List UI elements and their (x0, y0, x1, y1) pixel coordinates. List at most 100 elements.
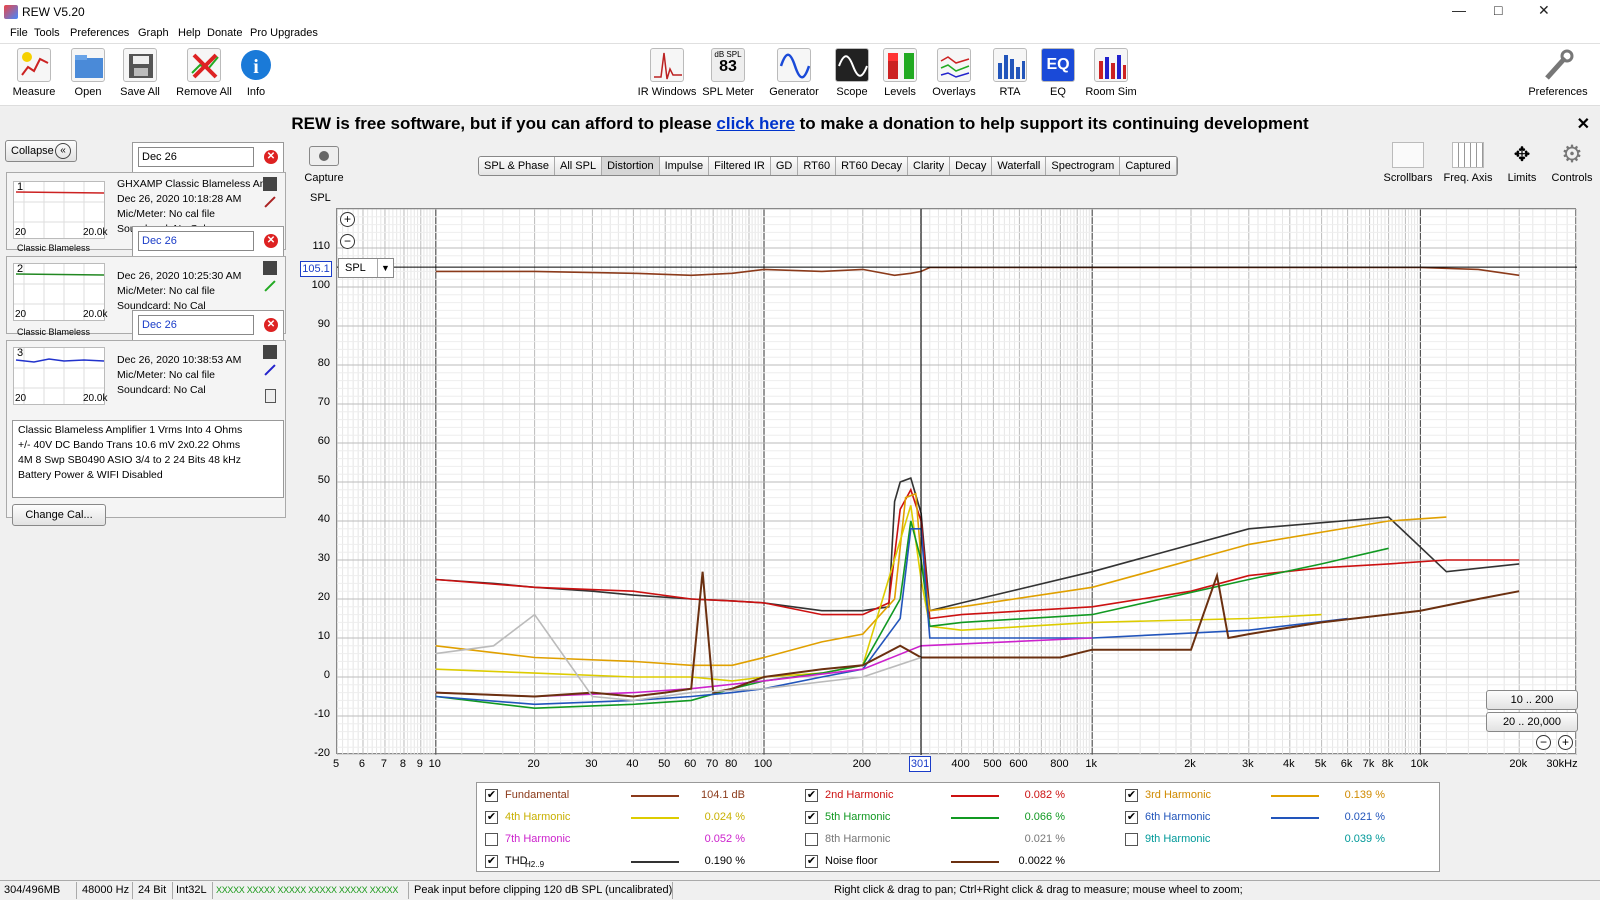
edit-pen-icon-3[interactable] (264, 364, 276, 376)
tab-gd[interactable]: GD (770, 157, 799, 175)
measurement-notes[interactable]: Classic Blameless Amplifier 1 Vrms Into … (12, 420, 284, 498)
maximize-icon[interactable]: □ (1494, 2, 1502, 18)
legend-swatch (1271, 795, 1319, 797)
eq-trace-icon-3[interactable] (263, 345, 277, 359)
measurement-date-1: Dec 26, 2020 10:18:28 AM (117, 193, 242, 205)
save-all-button[interactable]: Save All (108, 48, 172, 98)
app-icon (4, 5, 18, 19)
zoom-in-vertical-icon[interactable]: + (340, 212, 355, 227)
preferences-button[interactable]: Preferences (1526, 48, 1590, 98)
spl-meter-button[interactable]: dB SPL 83 SPL Meter (696, 48, 760, 98)
input-level-meter: XXXXX XXXXX XXXXX XXXXX XXXXX XXXXX (216, 885, 399, 895)
overlays-label: Overlays (932, 86, 976, 98)
banner-close-icon[interactable]: ✕ (1577, 114, 1590, 134)
legend-label: 8th Harmonic (825, 833, 891, 845)
distortion-graph[interactable] (336, 208, 1577, 755)
y-tick-label: 10 (317, 630, 330, 642)
menu-preferences[interactable]: Preferences (70, 27, 129, 39)
room-sim-button[interactable]: Room Sim (1076, 48, 1146, 98)
minimize-icon[interactable]: — (1452, 2, 1466, 18)
preferences-label: Preferences (1528, 86, 1588, 98)
tab-distortion[interactable]: Distortion (602, 157, 660, 175)
measurement-date-3: Dec 26, 2020 10:38:53 AM (117, 354, 242, 366)
ir-windows-icon (650, 48, 684, 82)
tab-filtered-ir[interactable]: Filtered IR (709, 157, 771, 175)
menu-donate[interactable]: Donate (207, 27, 242, 39)
tab-all-spl[interactable]: All SPL (555, 157, 603, 175)
chevron-down-icon: ▼ (377, 259, 393, 277)
zoom-preset-20-20000-button[interactable]: 20 .. 20,000 (1486, 712, 1578, 732)
x-tick-label: 3k (1241, 758, 1254, 770)
legend-checkbox[interactable]: ✔ (485, 811, 498, 824)
tab-impulse[interactable]: Impulse (659, 157, 710, 175)
legend-checkbox[interactable]: ✔ (1125, 811, 1138, 824)
series-3rd-harmonic (435, 492, 1447, 667)
menu-graph[interactable]: Graph (138, 27, 169, 39)
legend-checkbox[interactable]: ✔ (485, 855, 498, 868)
filter-input-3[interactable]: Dec 26 (138, 315, 254, 335)
info-button[interactable]: i Info (224, 48, 288, 98)
limits-icon: ✥ (1513, 144, 1531, 166)
trace-select-dropdown[interactable]: SPL ▼ (338, 258, 394, 278)
edit-pen-icon-1[interactable] (264, 196, 276, 208)
freq-axis-button[interactable]: Freq. Axis (1438, 142, 1498, 184)
donate-link[interactable]: click here (716, 114, 794, 133)
legend-checkbox[interactable] (1125, 833, 1138, 846)
legend-label: Fundamental (505, 789, 570, 801)
overlays-button[interactable]: Overlays (922, 48, 986, 98)
y-tick-label: 110 (312, 240, 330, 252)
delete-measurement-icon-1[interactable]: ✕ (264, 150, 278, 164)
menu-tools[interactable]: Tools (34, 27, 60, 39)
legend-checkbox[interactable]: ✔ (805, 811, 818, 824)
filter-input-2[interactable]: Dec 26 (138, 231, 254, 251)
legend-checkbox[interactable]: ✔ (805, 789, 818, 802)
capture-button[interactable]: Capture (300, 146, 348, 184)
delete-measurement-icon-2[interactable]: ✕ (264, 234, 278, 248)
legend-value: 0.021 % (1344, 811, 1385, 823)
wrench-icon (1541, 48, 1575, 82)
delete-measurement-icon-3[interactable]: ✕ (264, 318, 278, 332)
tab-clarity[interactable]: Clarity (908, 157, 951, 175)
tab-captured[interactable]: Captured (1120, 157, 1177, 175)
tab-rt60[interactable]: RT60 (798, 157, 837, 175)
zoom-out-vertical-icon[interactable]: − (340, 234, 355, 249)
bit-depth: 24 Bit (138, 884, 167, 896)
menu-file[interactable]: File (10, 27, 28, 39)
tab-decay[interactable]: Decay (950, 157, 993, 175)
menu-pro-upgrades[interactable]: Pro Upgrades (250, 27, 318, 39)
tab-waterfall[interactable]: Waterfall (992, 157, 1047, 175)
legend-checkbox[interactable]: ✔ (485, 789, 498, 802)
zoom-in-horizontal-icon[interactable]: + (1558, 735, 1573, 750)
status-bar: 304/496MB 48000 Hz 24 Bit Int32L XXXXX X… (0, 880, 1600, 900)
eq-trace-icon-1[interactable] (263, 177, 277, 191)
close-icon[interactable]: ✕ (1538, 2, 1550, 19)
notes-doc-icon-3[interactable] (265, 389, 276, 403)
scrollbars-button[interactable]: Scrollbars (1380, 142, 1436, 184)
x-tick-label: 8k (1381, 758, 1394, 770)
menu-help[interactable]: Help (178, 27, 201, 39)
edit-pen-icon-2[interactable] (264, 280, 276, 292)
legend-checkbox[interactable]: ✔ (805, 855, 818, 868)
legend-checkbox[interactable] (805, 833, 818, 846)
legend-checkbox[interactable] (485, 833, 498, 846)
scope-label: Scope (836, 86, 868, 98)
generator-button[interactable]: Generator (762, 48, 826, 98)
ir-windows-button[interactable]: IR Windows (632, 48, 702, 98)
filter-input-1[interactable]: Dec 26 (138, 147, 254, 167)
measurement-title-1: GHXAMP Classic Blameless Amplifier (117, 178, 265, 190)
zoom-out-horizontal-icon[interactable]: − (1536, 735, 1551, 750)
collapse-button[interactable]: Collapse « (5, 140, 77, 162)
legend-swatch (631, 795, 679, 797)
zoom-preset-10-200-button[interactable]: 10 .. 200 (1486, 690, 1578, 710)
change-cal-button[interactable]: Change Cal... (12, 504, 106, 526)
tab-spectrogram[interactable]: Spectrogram (1046, 157, 1121, 175)
eq-trace-icon-2[interactable] (263, 261, 277, 275)
limits-button[interactable]: ✥ Limits (1500, 142, 1544, 184)
legend-checkbox[interactable]: ✔ (1125, 789, 1138, 802)
window-title: REW V5.20 (22, 5, 85, 19)
y-tick-label: 40 (317, 513, 330, 525)
tab-spl-phase[interactable]: SPL & Phase (479, 157, 556, 175)
tab-rt60-decay[interactable]: RT60 Decay (836, 157, 908, 175)
controls-button[interactable]: ⚙ Controls (1548, 142, 1596, 185)
ir-windows-label: IR Windows (637, 86, 697, 98)
